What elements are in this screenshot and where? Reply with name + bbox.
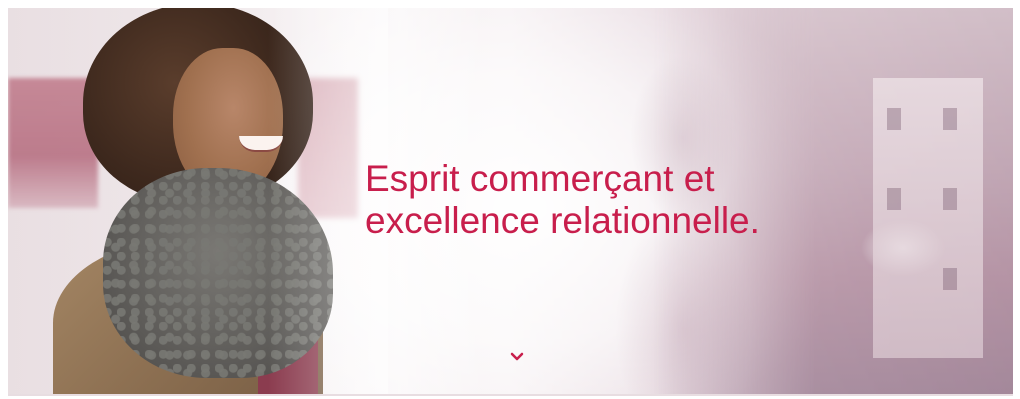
divider <box>8 394 1013 396</box>
hero-headline: Esprit commerçant et excellence relation… <box>365 158 835 242</box>
headline-line-1: Esprit commerçant et <box>365 158 715 199</box>
chevron-down-icon[interactable] <box>510 349 524 361</box>
background-building <box>873 78 983 358</box>
headline-line-2: excellence relationnelle. <box>365 200 760 241</box>
